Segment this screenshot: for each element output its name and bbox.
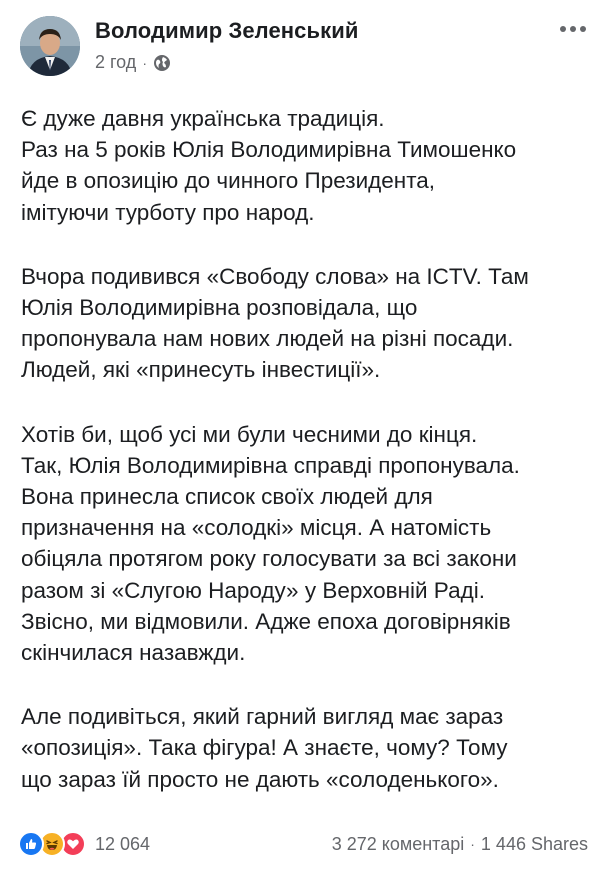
post-paragraph: Але подивіться, який гарний вигляд має з… xyxy=(21,701,596,795)
post-footer: 12 064 3 272 коментарі · 1 446 Shares xyxy=(18,827,588,861)
post-time[interactable]: 2 год xyxy=(95,52,136,73)
post-text-line: Є дуже давня українська традиція. xyxy=(21,106,385,131)
post-paragraph: Вчора подивився «Свободу слова» на ICTV.… xyxy=(21,261,596,386)
post-text-line: Вона принесла список своїх людей для xyxy=(21,484,433,510)
stats-separator: · xyxy=(470,836,475,852)
reactions[interactable]: 12 064 xyxy=(18,831,150,857)
post-text-line: Звісно, ми відмовили. Адже епоха договір… xyxy=(21,608,511,634)
post-text-line: імітуючи турботу про народ. xyxy=(21,199,315,225)
reaction-count[interactable]: 12 064 xyxy=(95,834,150,855)
author-name[interactable]: Володимир Зеленський xyxy=(95,18,359,44)
engagement-stats: 3 272 коментарі · 1 446 Shares xyxy=(332,834,588,855)
comments-count[interactable]: 3 272 коментарі xyxy=(332,834,465,855)
post-text-line: Але подивіться, який гарний вигляд має з… xyxy=(21,704,504,730)
post-meta: 2 год · xyxy=(95,52,171,73)
post-paragraph: Хотів би, щоб усі ми були чесними до кін… xyxy=(21,419,596,669)
post-text-line: йде в опозицію до чинного Президента, xyxy=(21,168,436,194)
meta-separator: · xyxy=(142,54,147,71)
post-text-line: призначення на «солодкі» місця. А натомі… xyxy=(21,515,492,541)
post-text-line: Юлія Володимирівна розповідала, що xyxy=(21,295,418,321)
post-text-line: пропонувала нам нових людей на різні пос… xyxy=(21,326,514,352)
globe-icon[interactable] xyxy=(153,54,171,72)
post-text-line: що зараз їй просто не дають «солоденьког… xyxy=(21,766,499,792)
like-reaction-icon xyxy=(18,831,44,857)
shares-count[interactable]: 1 446 Shares xyxy=(481,834,588,855)
post-text-line: «опозиція». Така фігура! А знаєте, чому?… xyxy=(21,735,508,761)
post-header: Володимир Зеленський 2 год · xyxy=(20,12,590,82)
post-text-line: Людей, які «принесуть інвестиції». xyxy=(21,357,381,383)
post-paragraph: Є дуже давня українська традиція. Раз на … xyxy=(21,103,596,228)
more-options-icon[interactable] xyxy=(560,22,590,36)
post-text-line: Вчора подивився «Свободу слова» на ICTV.… xyxy=(21,263,529,289)
post-body: Є дуже давня українська традиція. Раз на … xyxy=(21,103,596,828)
post-text-line: Хотів би, щоб усі ми були чесними до кін… xyxy=(21,421,478,447)
post-text-line: скінчилася назавжди. xyxy=(21,640,246,666)
post-text-line: разом зі «Слугою Народу» у Верховній Рад… xyxy=(21,577,485,603)
avatar[interactable] xyxy=(20,16,80,76)
post-text-line: Раз на 5 років Юлія Володимирівна Тимоше… xyxy=(21,137,517,163)
post-text-line: Так, Юлія Володимирівна справді пропонув… xyxy=(21,452,520,478)
post-text-line: обіцяла протягом року голосувати за всі … xyxy=(21,546,517,572)
